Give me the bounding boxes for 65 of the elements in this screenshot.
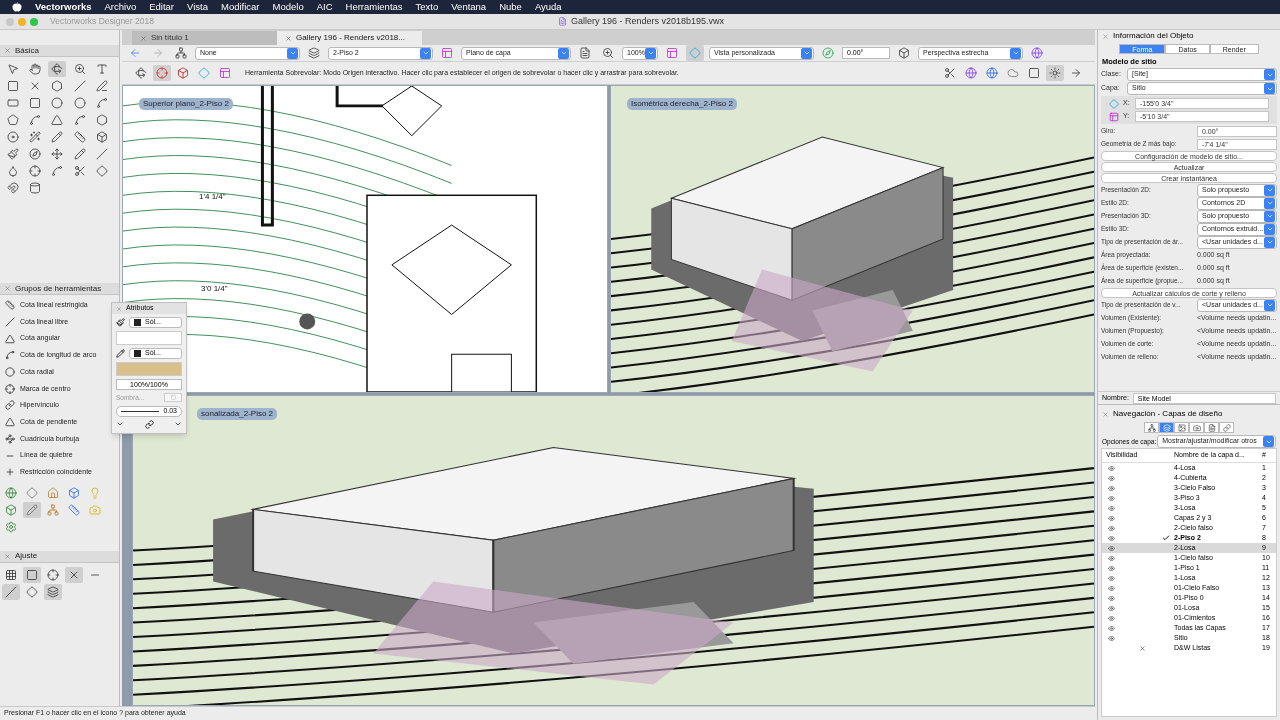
globe-icon[interactable]: [1028, 45, 1046, 61]
eye-icon[interactable]: [1108, 464, 1115, 472]
eye-icon[interactable]: [1108, 544, 1115, 552]
eye-icon[interactable]: [1108, 554, 1115, 562]
eye-icon[interactable]: [1108, 484, 1115, 492]
file-icon[interactable]: [1204, 422, 1219, 433]
eye-icon[interactable]: [1108, 474, 1115, 482]
menu-item[interactable]: Editar: [149, 0, 174, 15]
menu-item[interactable]: Ventana: [451, 0, 487, 15]
menu-app-name[interactable]: Vectorworks: [35, 0, 92, 15]
panel-title: Navegación - Capas de diseño: [1113, 408, 1223, 420]
eye-icon[interactable]: [1108, 514, 1115, 522]
dimension-text: 3'0 1/4": [201, 283, 228, 295]
eye-icon[interactable]: [1108, 534, 1115, 542]
document-icon: [558, 17, 567, 26]
eye-icon[interactable]: [1108, 634, 1115, 642]
menu-item[interactable]: Texto: [415, 0, 439, 15]
eye-icon[interactable]: [1108, 494, 1115, 502]
palette-title: Grupos de herramientas: [15, 282, 102, 295]
rotate-view-icon[interactable]: [48, 61, 67, 77]
brush-tool-icon[interactable]: [4, 146, 22, 162]
eye-icon[interactable]: [1108, 594, 1115, 602]
menu-item[interactable]: AIC: [316, 0, 333, 15]
menu-item[interactable]: Ayuda: [534, 0, 562, 15]
eye-icon[interactable]: [1108, 524, 1115, 532]
eye-icon[interactable]: [1108, 574, 1115, 582]
pencil-icon[interactable]: [23, 501, 41, 518]
light-icon[interactable]: [1046, 65, 1064, 81]
apple-icon[interactable]: [12, 2, 22, 12]
fill-icon: [116, 318, 125, 327]
document-tab[interactable]: Gallery 196 - Renders v2018...: [277, 31, 422, 45]
link-icon[interactable]: [144, 419, 154, 429]
pen-icon: [116, 349, 125, 358]
viewport-label: Isométrica derecha_2-Piso 2: [627, 98, 737, 110]
eye-icon[interactable]: [1108, 614, 1115, 622]
close-icon[interactable]: [285, 34, 292, 42]
menu-item[interactable]: Nube: [499, 0, 522, 15]
layers-icon[interactable]: [305, 45, 323, 61]
pen-color-swatch[interactable]: [116, 362, 182, 376]
document-title: Gallery 196 - Renders v2018b195.vwx: [571, 14, 725, 28]
link-icon: [5, 400, 15, 411]
app-title: Vectorworks Designer 2018: [50, 15, 154, 28]
eye-icon[interactable]: [1108, 504, 1115, 512]
eye-icon[interactable]: [1108, 604, 1115, 612]
shape-tool-icon[interactable]: [4, 112, 22, 128]
eye-icon[interactable]: [1108, 624, 1115, 632]
viewport-label: Superior plano_2-Piso 2: [139, 98, 233, 110]
eye-icon[interactable]: [1108, 584, 1115, 592]
menu-item[interactable]: Modificar: [220, 0, 260, 15]
panel-title: Información del Objeto: [1113, 30, 1194, 42]
menu-item[interactable]: Vista: [187, 0, 208, 15]
dimension-text: 1'4 1/4": [199, 191, 226, 203]
fill-swatch[interactable]: [116, 331, 182, 345]
document-tab[interactable]: Sin título 1: [132, 31, 277, 45]
eye-icon[interactable]: [1108, 564, 1115, 572]
box-snap-icon[interactable]: [23, 566, 41, 583]
palette-title: Ajuste: [15, 550, 38, 563]
viewport-label: sonalizada_2-Piso 2: [197, 408, 278, 420]
menu-item[interactable]: Modelo: [272, 0, 304, 15]
palette-title: Básica: [15, 44, 39, 57]
menu-item[interactable]: Archivo: [104, 0, 137, 15]
menu-item[interactable]: Herramientas: [345, 0, 403, 15]
magnet-tool-icon[interactable]: [4, 180, 22, 196]
radial-icon: [5, 367, 15, 378]
hidden-icon[interactable]: [1138, 644, 1146, 652]
